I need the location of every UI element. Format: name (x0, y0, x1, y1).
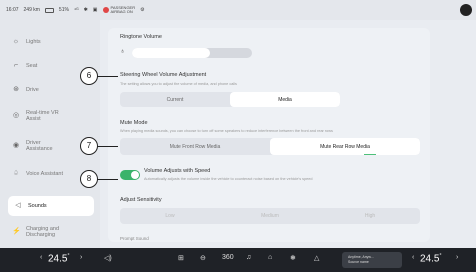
option-mute-rear[interactable]: Mute Rear Row Media (270, 138, 420, 155)
taskbar: ‹ 24.5° › ◁) ⊞ ⊖ 360 ♫ ⌂ ❅ △ Anytime, An… (0, 248, 476, 272)
media-widget[interactable]: Anytime, Anyw... Source name (342, 252, 402, 268)
airbag-icon (102, 7, 109, 13)
left-temp-up-icon[interactable]: › (80, 254, 82, 261)
sidebar-item-sounds[interactable]: ◁ Sounds (8, 196, 94, 216)
speaker-icon: ◁ (15, 202, 21, 209)
ringtone-title: Ringtone Volume (120, 34, 162, 40)
signal-icon: ⁴ᴳ (73, 7, 79, 13)
option-high[interactable]: High (320, 208, 420, 224)
volume-speed-title: Volume Adjusts with Speed (144, 168, 211, 174)
bell-icon: ♁ (120, 48, 126, 55)
mute-mode-selector[interactable]: Mute Front Row Media Mute Rear Row Media (120, 138, 420, 155)
volume-icon[interactable]: ◁) (104, 254, 112, 262)
drive-icon: ⊛ (13, 86, 19, 93)
profile-icon[interactable] (460, 4, 472, 16)
camera-icon: ▣ (92, 7, 98, 13)
status-bar: 16:07 249 km 51% ⁴ᴳ ✱ ▣ PASSENGER AIRBAG … (0, 0, 476, 20)
seat-icon: ⌐ (13, 62, 19, 69)
sidebar-item-charging[interactable]: ⚡ Charging and Discharging (12, 226, 94, 238)
car-icon[interactable]: ⊖ (200, 254, 206, 262)
prompt-sound-title: Prompt Sound (120, 236, 149, 241)
apps-icon[interactable]: ⊞ (178, 254, 184, 262)
sidebar-item-label: Real-time VR Assist (26, 110, 59, 122)
mute-mode-title: Mute Mode (120, 120, 148, 126)
selected-indicator (364, 154, 376, 155)
settings-icon: ⚙ (140, 7, 145, 13)
sidebar-item-label: Lights (26, 39, 41, 45)
volume-speed-desc: Automatically adjusts the volume inside … (144, 177, 313, 181)
home-icon[interactable]: ⌂ (268, 254, 272, 261)
steering-volume-selector[interactable]: Current Media (120, 92, 340, 107)
slider-fill (132, 48, 210, 58)
callout-leader-8 (96, 179, 118, 180)
option-current[interactable]: Current (120, 92, 230, 107)
clock: 16:07 (6, 7, 19, 13)
navigation-icon[interactable]: △ (314, 254, 319, 262)
climate-icon[interactable]: ❅ (290, 254, 296, 262)
driver-assistance-icon: ◉ (12, 142, 20, 149)
media-source: Source name (348, 260, 369, 264)
option-medium[interactable]: Medium (220, 208, 320, 224)
airbag-indicator: PASSENGER AIRBAG ON (102, 6, 135, 14)
sidebar-item-vr-assist[interactable]: ◎ Real-time VR Assist (12, 110, 94, 122)
voice-icon: ♤ (12, 170, 20, 177)
toggle-knob (131, 171, 139, 179)
vr-assist-icon: ◎ (12, 112, 20, 119)
callout-leader-6 (96, 76, 118, 77)
music-icon[interactable]: ♫ (246, 254, 251, 261)
right-temp-down-icon[interactable]: ‹ (412, 254, 414, 261)
option-low[interactable]: Low (120, 208, 220, 224)
steering-volume-desc: The setting allows you to adjust the vol… (120, 82, 237, 86)
option-mute-front[interactable]: Mute Front Row Media (120, 138, 270, 155)
sidebar-item-label: Seat (26, 63, 38, 69)
settings-sidebar: ☼ Lights ⌐ Seat ⊛ Drive ◎ Real-time VR A… (0, 20, 100, 248)
left-temp-down-icon[interactable]: ‹ (40, 254, 42, 261)
charging-icon: ⚡ (12, 228, 21, 235)
sidebar-item-label: Sounds (28, 203, 47, 209)
sounds-settings-panel: Ringtone Volume ♁ Steering Wheel Volume … (108, 28, 430, 242)
callout-leader-7 (96, 146, 118, 147)
right-temp-up-icon[interactable]: › (456, 254, 458, 261)
callout-8: 8 (80, 170, 98, 188)
lights-icon: ☼ (12, 38, 20, 45)
callout-7: 7 (80, 137, 98, 155)
steering-volume-title: Steering Wheel Volume Adjustment (120, 72, 207, 78)
sidebar-item-drive[interactable]: ⊛ Drive (12, 86, 94, 94)
sidebar-item-label: Voice Assistant (26, 171, 63, 177)
sidebar-item-label: Driver Assistance (26, 140, 53, 152)
ringtone-volume-slider[interactable] (132, 48, 252, 58)
mute-mode-desc: When playing media sounds, you can choos… (120, 129, 333, 133)
sensitivity-selector[interactable]: Low Medium High (120, 208, 420, 224)
sidebar-item-label: Drive (26, 87, 39, 93)
bluetooth-icon: ✱ (83, 7, 88, 13)
right-temperature[interactable]: 24.5° (420, 253, 441, 264)
sensitivity-title: Adjust Sensitivity (120, 197, 162, 203)
callout-6: 6 (80, 67, 98, 85)
camera-360-icon[interactable]: 360 (222, 254, 234, 261)
battery-percent: 51% (58, 7, 69, 13)
volume-speed-toggle[interactable] (120, 170, 140, 180)
option-media[interactable]: Media (230, 92, 340, 107)
range-readout: 249 km (23, 7, 40, 13)
battery-icon (44, 7, 54, 13)
sidebar-item-lights[interactable]: ☼ Lights (12, 38, 94, 46)
left-temperature[interactable]: 24.5° (48, 253, 69, 264)
sidebar-item-label: Charging and Discharging (26, 226, 60, 238)
